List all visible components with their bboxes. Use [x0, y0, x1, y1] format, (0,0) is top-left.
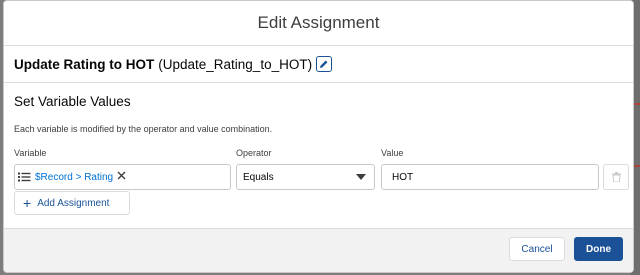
set-variable-values-section: Set Variable Values Each variable is mod… [4, 83, 633, 190]
chevron-down-icon [356, 174, 366, 180]
value-text: HOT [392, 171, 414, 183]
variable-label: Variable [14, 148, 47, 158]
modal-header: Edit Assignment [4, 1, 633, 46]
assignment-row: $Record > Rating Equals HOT [14, 164, 629, 190]
list-icon [18, 172, 31, 182]
element-header: Update Rating to HOT (Update_Rating_to_H… [4, 46, 633, 83]
modal-footer: Cancel Done [4, 228, 633, 272]
plus-icon: + [23, 195, 32, 211]
done-button[interactable]: Done [574, 237, 623, 261]
value-label: Value [381, 148, 404, 158]
close-icon[interactable] [117, 171, 126, 183]
variable-field[interactable]: $Record > Rating [14, 164, 231, 190]
add-assignment-button[interactable]: + Add Assignment [14, 191, 130, 215]
section-description: Each variable is modified by the operato… [14, 124, 273, 134]
cancel-button[interactable]: Cancel [509, 237, 565, 261]
variable-pill: $Record > Rating [18, 171, 126, 183]
modal-title: Edit Assignment [257, 13, 380, 32]
operator-label: Operator [236, 148, 272, 158]
trash-icon [611, 172, 621, 182]
operator-select[interactable]: Equals [236, 164, 375, 190]
value-input[interactable]: HOT [381, 164, 599, 190]
operator-value: Equals [243, 171, 274, 183]
add-assignment-label: Add Assignment [37, 197, 110, 209]
delete-assignment-button[interactable] [603, 164, 629, 190]
section-title: Set Variable Values [14, 94, 131, 109]
edit-element-button[interactable] [316, 56, 333, 72]
pencil-icon [320, 60, 328, 68]
element-label: Update Rating to HOT [14, 56, 155, 72]
element-api-name: (Update_Rating_to_HOT) [158, 56, 313, 72]
edit-assignment-modal: Edit Assignment Update Rating to HOT (Up… [3, 0, 634, 273]
column-labels: Variable Operator Value [14, 148, 623, 160]
variable-pill-label: $Record > Rating [35, 171, 114, 183]
